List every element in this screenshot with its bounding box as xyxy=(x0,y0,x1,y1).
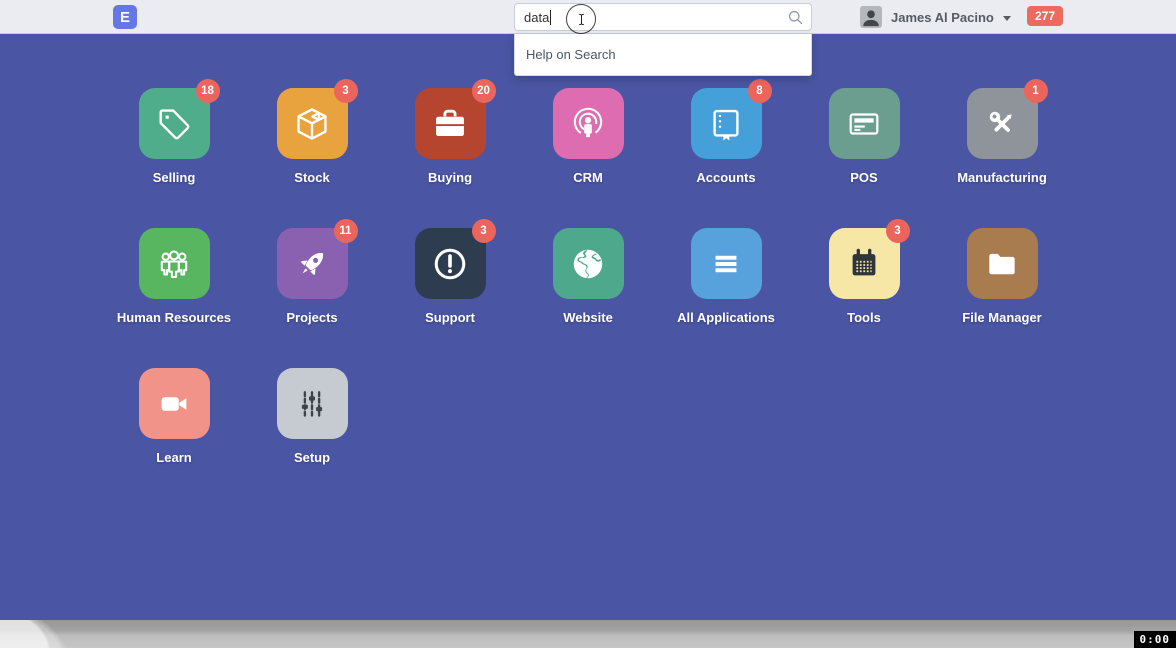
app-label: Manufacturing xyxy=(933,170,1071,185)
app-label: Learn xyxy=(105,450,243,465)
sliders-icon xyxy=(277,368,348,439)
app-tools[interactable]: 3 Tools xyxy=(795,228,933,368)
app-selling[interactable]: 18 Selling xyxy=(105,88,243,228)
app-label: Stock xyxy=(243,170,381,185)
box-icon: 3 xyxy=(277,88,348,159)
app-setup[interactable]: Setup xyxy=(243,368,381,508)
notification-badge: 11 xyxy=(334,219,358,243)
chevron-down-icon xyxy=(1003,16,1011,21)
app-buying[interactable]: 20 Buying xyxy=(381,88,519,228)
app-file-manager[interactable]: File Manager xyxy=(933,228,1071,368)
credit-card-icon xyxy=(829,88,900,159)
rocket-icon: 11 xyxy=(277,228,348,299)
briefcase-icon: 20 xyxy=(415,88,486,159)
notification-badge: 1 xyxy=(1024,79,1048,103)
home-logo-button[interactable]: E xyxy=(113,5,137,29)
app-label: POS xyxy=(795,170,933,185)
topbar: E data Help on Search xyxy=(0,0,1176,34)
app-pos[interactable]: POS xyxy=(795,88,933,228)
notification-badge: 3 xyxy=(334,79,358,103)
tag-icon: 18 xyxy=(139,88,210,159)
app-label: Website xyxy=(519,310,657,325)
app-label: All Applications xyxy=(657,310,795,325)
globe-icon xyxy=(553,228,624,299)
ledger-book-icon: 8 xyxy=(691,88,762,159)
app-learn[interactable]: Learn xyxy=(105,368,243,508)
notifications-count-badge[interactable]: 277 xyxy=(1027,6,1063,26)
app-label: Tools xyxy=(795,310,933,325)
search-icon[interactable] xyxy=(787,9,804,26)
user-menu[interactable]: James Al Pacino xyxy=(860,0,1011,34)
app-label: Setup xyxy=(243,450,381,465)
app-website[interactable]: Website xyxy=(519,228,657,368)
video-timestamp: 0:00 xyxy=(1134,631,1176,648)
notification-badge: 3 xyxy=(886,219,910,243)
apps-grid: 18Selling 3Stock 20Buying CRM 8Accounts … xyxy=(0,88,1176,508)
notification-badge: 3 xyxy=(472,219,496,243)
desktop-background-strip xyxy=(0,620,1176,648)
app-label: Support xyxy=(381,310,519,325)
text-caret xyxy=(550,10,551,25)
global-search: data Help on Search xyxy=(514,3,812,31)
app-label: CRM xyxy=(519,170,657,185)
app-all-applications[interactable]: All Applications xyxy=(657,228,795,368)
user-name: James Al Pacino xyxy=(891,10,994,25)
notification-badge: 20 xyxy=(472,79,496,103)
help-on-search-item[interactable]: Help on Search xyxy=(515,34,811,75)
erpnext-desk: E data Help on Search xyxy=(0,0,1176,648)
notification-badge: 8 xyxy=(748,79,772,103)
app-crm[interactable]: CRM xyxy=(519,88,657,228)
app-label: Accounts xyxy=(657,170,795,185)
app-human-resources[interactable]: Human Resources xyxy=(105,228,243,368)
app-stock[interactable]: 3 Stock xyxy=(243,88,381,228)
app-manufacturing[interactable]: 1 Manufacturing xyxy=(933,88,1071,228)
menu-bars-icon xyxy=(691,228,762,299)
avatar xyxy=(860,6,882,28)
notification-badge: 18 xyxy=(196,79,220,103)
app-label: Selling xyxy=(105,170,243,185)
wrench-screwdriver-icon: 1 xyxy=(967,88,1038,159)
video-camera-icon xyxy=(139,368,210,439)
desk-area: 18Selling 3Stock 20Buying CRM 8Accounts … xyxy=(0,34,1176,620)
app-accounts[interactable]: 8 Accounts xyxy=(657,88,795,228)
folder-icon xyxy=(967,228,1038,299)
search-dropdown: Help on Search xyxy=(514,34,812,76)
search-input[interactable]: data xyxy=(514,3,812,31)
app-label: Buying xyxy=(381,170,519,185)
target-user-icon xyxy=(553,88,624,159)
app-support[interactable]: 3 Support xyxy=(381,228,519,368)
app-projects[interactable]: 11 Projects xyxy=(243,228,381,368)
app-label: Projects xyxy=(243,310,381,325)
alert-circle-icon: 3 xyxy=(415,228,486,299)
search-input-value: data xyxy=(524,10,549,25)
people-group-icon xyxy=(139,228,210,299)
app-label: File Manager xyxy=(933,310,1071,325)
app-label: Human Resources xyxy=(105,310,243,325)
calendar-icon: 3 xyxy=(829,228,900,299)
